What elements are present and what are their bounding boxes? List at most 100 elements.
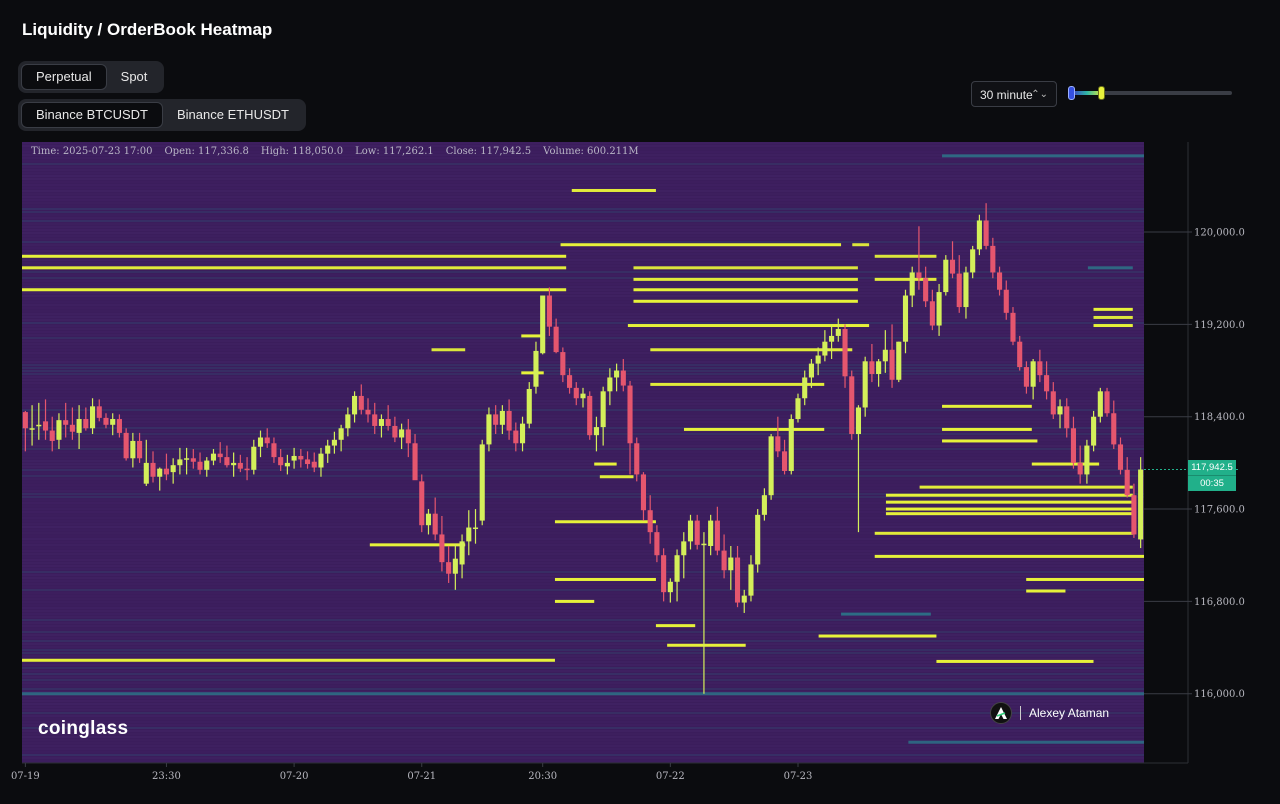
- heatmap-texture-row: [22, 262, 1144, 264]
- candle-body: [116, 419, 122, 433]
- liquidity-level: [852, 243, 870, 247]
- liquidity-level: [885, 493, 1133, 497]
- candle-body: [546, 295, 552, 327]
- candle-body: [432, 513, 438, 535]
- heatmap-texture-row: [22, 586, 1144, 588]
- heatmap-texture-row: [22, 736, 1144, 738]
- heatmap-texture-row: [22, 673, 1144, 675]
- heatmap-texture-row: [22, 295, 1144, 297]
- heatmap-texture-row: [22, 529, 1144, 531]
- candle-body: [1091, 416, 1097, 446]
- candle-body: [674, 555, 680, 582]
- heatmap-texture-row: [22, 649, 1144, 651]
- heatmap-texture-row: [22, 655, 1144, 657]
- candle-body: [56, 420, 62, 440]
- candle-body: [567, 375, 573, 388]
- candle-body: [1030, 361, 1036, 387]
- candle-body: [298, 455, 304, 460]
- candle-body: [291, 455, 297, 461]
- candle-body: [1057, 406, 1063, 415]
- heatmap-texture-row: [22, 664, 1144, 666]
- heatmap-texture-row: [22, 583, 1144, 585]
- candle-body: [842, 328, 848, 377]
- heatmap-texture-row: [22, 541, 1144, 543]
- liquidity-level: [942, 427, 1032, 431]
- heatmap-texture-row: [22, 277, 1144, 279]
- candle-body: [519, 423, 526, 444]
- heatmap-texture-row: [22, 211, 1144, 213]
- heatmap-texture-row: [22, 418, 1144, 420]
- heatmap-texture-row: [22, 349, 1144, 351]
- slider-handle-low[interactable]: [1068, 86, 1075, 100]
- tab-perpetual[interactable]: Perpetual: [21, 64, 107, 90]
- threshold-slider[interactable]: [1068, 86, 1232, 100]
- heatmap-texture-row: [22, 259, 1144, 261]
- heatmap-texture-row: [22, 538, 1144, 540]
- candle-body: [1017, 341, 1023, 368]
- candle-body: [345, 414, 351, 429]
- heatmap-texture-row: [22, 202, 1144, 204]
- author-name: Alexey Ataman: [1029, 706, 1110, 720]
- page-title: Liquidity / OrderBook Heatmap: [22, 20, 273, 39]
- heatmap-texture-row: [22, 748, 1144, 750]
- candle-countdown: 00:35: [1200, 478, 1224, 489]
- candle-body: [822, 341, 828, 356]
- candle-body: [647, 510, 653, 533]
- tab-binance-ethusdt[interactable]: Binance ETHUSDT: [163, 102, 303, 128]
- candle-body: [399, 429, 405, 438]
- heatmap-texture-row: [22, 232, 1144, 234]
- heatmap-texture-row: [22, 280, 1144, 282]
- heatmap-texture-row: [22, 415, 1144, 417]
- coinglass-watermark: coinglass: [38, 718, 129, 739]
- heatmap-texture-row: [22, 613, 1144, 615]
- liquidity-level: [885, 500, 1133, 504]
- candle-body: [667, 581, 673, 593]
- candle-body: [902, 295, 909, 342]
- heatmap-texture-row: [22, 652, 1144, 654]
- tab-binance-btcusdt[interactable]: Binance BTCUSDT: [21, 102, 163, 128]
- liquidity-level: [1026, 589, 1066, 593]
- liquidity-level: [633, 277, 858, 281]
- heatmap-texture-row: [22, 589, 1144, 591]
- heatmap-texture-row: [22, 385, 1144, 387]
- heatmap-texture-row: [22, 700, 1144, 702]
- heatmap-texture-row: [22, 169, 1144, 171]
- heatmap-texture-row: [22, 730, 1144, 732]
- heatmap-texture-row: [22, 640, 1144, 642]
- heatmap-texture-row: [22, 535, 1144, 537]
- heatmap-texture-row: [22, 463, 1144, 465]
- heatmap-texture-row: [22, 163, 1144, 165]
- candle-body: [1044, 375, 1050, 392]
- candle-body: [1138, 469, 1144, 540]
- heatmap-texture-row: [22, 343, 1144, 345]
- y-axis-tick-label: 120,000.0: [1194, 228, 1245, 239]
- liquidity-level: [599, 475, 634, 479]
- heatmap-texture-row: [22, 676, 1144, 678]
- candle-body: [721, 550, 727, 571]
- liquidity-level: [633, 299, 858, 303]
- heatmap-chart-area[interactable]: 116,000.0 116,800.0 117,600.0 118,400.0 119,…: [0, 140, 1280, 804]
- candle-body: [876, 361, 882, 375]
- heatmap-texture-row: [22, 292, 1144, 294]
- ohlc-low: Low: 117,262.1: [355, 146, 434, 157]
- candle-body: [157, 468, 163, 477]
- liquidity-level: [936, 659, 1094, 663]
- candle-body: [513, 430, 519, 444]
- slider-handle-high[interactable]: [1098, 86, 1105, 100]
- candle-body: [96, 406, 102, 418]
- candle-body: [83, 419, 89, 429]
- candle-body: [708, 520, 714, 546]
- tab-spot[interactable]: Spot: [107, 64, 162, 90]
- heatmap-texture-row: [22, 193, 1144, 195]
- y-axis-tick-label: 119,200.0: [1194, 320, 1245, 331]
- heatmap-texture-row: [22, 571, 1144, 573]
- heatmap-texture-row: [22, 247, 1144, 249]
- candle-body: [150, 462, 156, 477]
- candle-body: [701, 543, 707, 546]
- heatmap-texture-row: [22, 760, 1144, 762]
- heatmap-texture-row: [22, 208, 1144, 210]
- candle-body: [634, 443, 640, 475]
- y-axis-tick-label: 117,600.0: [1194, 505, 1245, 516]
- interval-select[interactable]: 30 minute ⌃⌄: [971, 81, 1057, 107]
- heatmap-texture-row: [22, 544, 1144, 546]
